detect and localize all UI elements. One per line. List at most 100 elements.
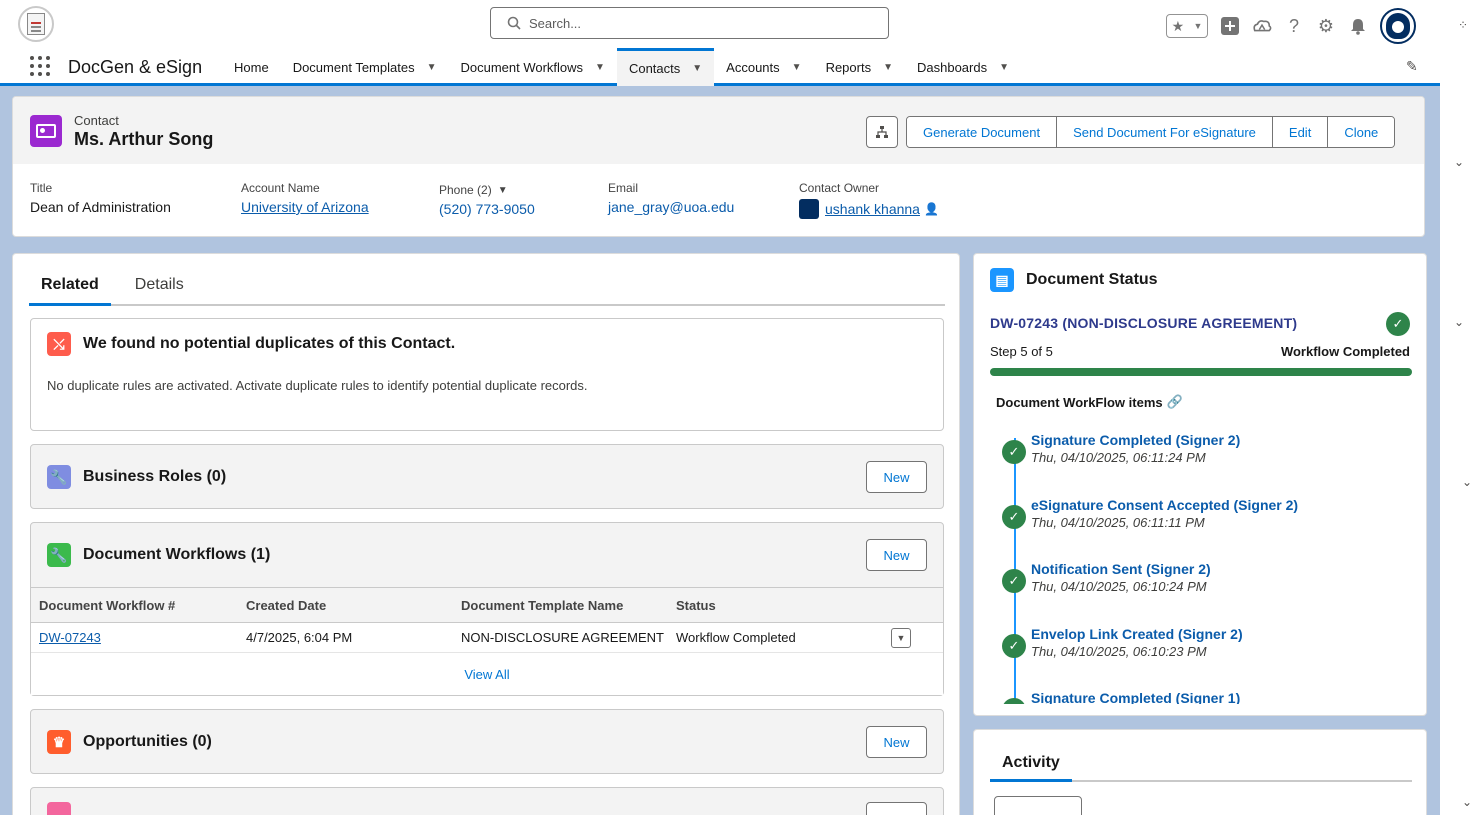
phone-label[interactable]: Phone (2) ▼ [439,183,535,197]
tab-activity[interactable]: Activity [990,746,1072,782]
wrench-icon: 🔧 [47,465,71,489]
document-status-title: Document Status [1026,271,1158,288]
check-icon: ✓ [1002,698,1026,704]
check-icon: ✓ [1002,569,1026,593]
related-details-card: Related Details ⤯ We found no potential … [12,253,960,815]
email-link[interactable]: jane_gray@uoa.edu [608,199,734,215]
change-owner-icon[interactable]: 👤 [924,202,939,216]
timeline-item-title[interactable]: Envelop Link Created (Signer 2) [1031,626,1243,642]
rail-chevron-icon[interactable]: ⌄ [1454,315,1464,329]
account-link[interactable]: University of Arizona [241,199,369,215]
app-logo[interactable] [18,6,54,42]
check-icon: ✓ [1386,312,1410,336]
clone-button[interactable]: Clone [1328,117,1395,147]
document-workflows-header: 🔧 Document Workflows (1) [47,543,270,567]
rail-chevron-icon[interactable]: ⌄ [1462,475,1472,489]
chevron-down-icon[interactable]: ▼ [999,62,1009,73]
wrench-icon: 🔧 [47,543,71,567]
next-related-card [30,787,944,815]
column-header: Document Template Name [461,597,624,613]
nav-item-label: Document Templates [292,59,415,75]
bell-icon[interactable] [1348,16,1368,36]
bear-avatar-icon [1386,13,1410,39]
nav-item-dashboards[interactable]: Dashboards ▼ [905,48,1021,86]
favorites-button[interactable]: ★ ▼ [1166,14,1208,38]
opportunities-new-button[interactable]: New [866,726,927,758]
app-launcher-icon[interactable] [30,56,50,76]
field-title: Title Dean of Administration [30,181,171,215]
business-roles-new-button[interactable]: New [866,461,927,493]
table-cell: DW-07243 [31,630,246,645]
chevron-down-icon[interactable]: ▼ [792,62,802,73]
tab-details[interactable]: Details [123,266,196,304]
hierarchy-button[interactable] [866,116,898,148]
tab-related[interactable]: Related [29,266,111,306]
column-header: Created Date [246,597,327,613]
nav-item-label: Contacts [628,61,681,76]
nav-item-accounts[interactable]: Accounts ▼ [714,48,813,86]
timeline-item-title[interactable]: eSignature Consent Accepted (Signer 2) [1031,497,1298,513]
rail-chevron-icon[interactable]: ⌄ [1454,155,1464,169]
nav-item-label: Document Workflows [460,59,584,75]
nav-item-document-workflows[interactable]: Document Workflows ▼ [448,48,616,86]
duplicates-card: ⤯ We found no potential duplicates of th… [30,318,944,431]
gear-icon[interactable]: ⚙ [1316,16,1336,36]
owner-avatar-icon [799,199,819,219]
chevron-down-icon[interactable]: ▼ [595,62,605,73]
document-workflows-new-button[interactable]: New [866,539,927,571]
generate-document-button[interactable]: Generate Document [907,117,1058,147]
chevron-down-icon[interactable]: ▼ [883,62,893,73]
help-icon[interactable]: ? [1284,16,1304,36]
view-all-link[interactable]: View All [31,653,943,695]
business-roles-title[interactable]: Business Roles (0) [83,468,226,486]
timeline-item-date: Thu, 04/10/2025, 06:10:23 PM [1031,644,1207,659]
field-label: Account Name [241,181,320,195]
caret-down-icon[interactable]: ▼ [498,185,508,196]
nav-item-contacts[interactable]: Contacts ▼ [616,48,715,86]
timeline-item-title[interactable]: Signature Completed (Signer 1) [1031,690,1240,704]
workflow-link[interactable]: DW-07243 (NON-DISCLOSURE AGREEMENT) [990,315,1297,331]
nav-tabs: Home Document Templates ▼ Document Workfl… [222,48,1021,86]
document-status-card: ▤ Document Status DW-07243 (NON-DISCLOSU… [973,253,1427,716]
global-search[interactable]: Search... [490,7,889,39]
opportunities-title[interactable]: Opportunities (0) [83,733,212,751]
star-icon: ★ [1171,17,1185,34]
global-actions-icon[interactable] [1220,16,1240,36]
opportunities-card: ♛ Opportunities (0) New [30,709,944,774]
email-action-button[interactable] [994,796,1082,815]
nav-item-document-templates[interactable]: Document Templates ▼ [281,48,449,86]
phone-link[interactable]: (520) 773-9050 [439,201,535,217]
document-workflows-title[interactable]: Document Workflows (1) [83,546,270,564]
next-new-button[interactable] [866,802,927,815]
timeline-item-title[interactable]: Notification Sent (Signer 2) [1031,561,1211,577]
workflow-link[interactable]: DW-07243 [39,630,101,645]
duplicates-header: ⤯ We found no potential duplicates of th… [47,332,455,356]
trailhead-icon[interactable] [1252,16,1272,36]
chevron-down-icon[interactable]: ▼ [427,62,437,73]
rail-grid-icon[interactable]: ⁘ [1458,18,1468,32]
chevron-down-icon[interactable]: ▼ [692,63,702,74]
document-status-header: ▤ Document Status [990,268,1158,292]
global-header: Search... ★ ▼ ? ⚙ [0,0,1440,48]
field-label: Title [30,181,53,195]
table-row: DW-07243 4/7/2025, 6:04 PM NON-DISCLOSUR… [31,623,943,653]
rail-chevron-icon[interactable]: ⌄ [1462,795,1472,809]
document-icon: ▤ [990,268,1014,292]
row-actions-dropdown[interactable]: ▼ [891,627,911,648]
link-icon[interactable]: 🔗 [1167,394,1183,410]
field-phone: Phone (2) ▼ (520) 773-9050 [439,183,535,217]
edit-nav-pencil-icon[interactable]: ✎ [1406,58,1418,75]
hierarchy-icon [876,126,888,138]
check-icon: ✓ [1002,634,1026,658]
user-avatar[interactable] [1380,8,1416,44]
nav-item-reports[interactable]: Reports ▼ [814,48,905,86]
send-for-esignature-button[interactable]: Send Document For eSignature [1057,117,1273,147]
owner-link[interactable]: ushank khanna [825,201,920,217]
nav-item-home[interactable]: Home [222,48,281,86]
edit-button[interactable]: Edit [1272,117,1329,147]
opportunities-header: ♛ Opportunities (0) [47,730,212,754]
document-workflows-card: 🔧 Document Workflows (1) New Document Wo… [30,522,944,696]
column-header: Document Workflow # [39,597,176,613]
field-label: Contact Owner [799,181,880,195]
timeline-item-title[interactable]: Signature Completed (Signer 2) [1031,432,1240,448]
